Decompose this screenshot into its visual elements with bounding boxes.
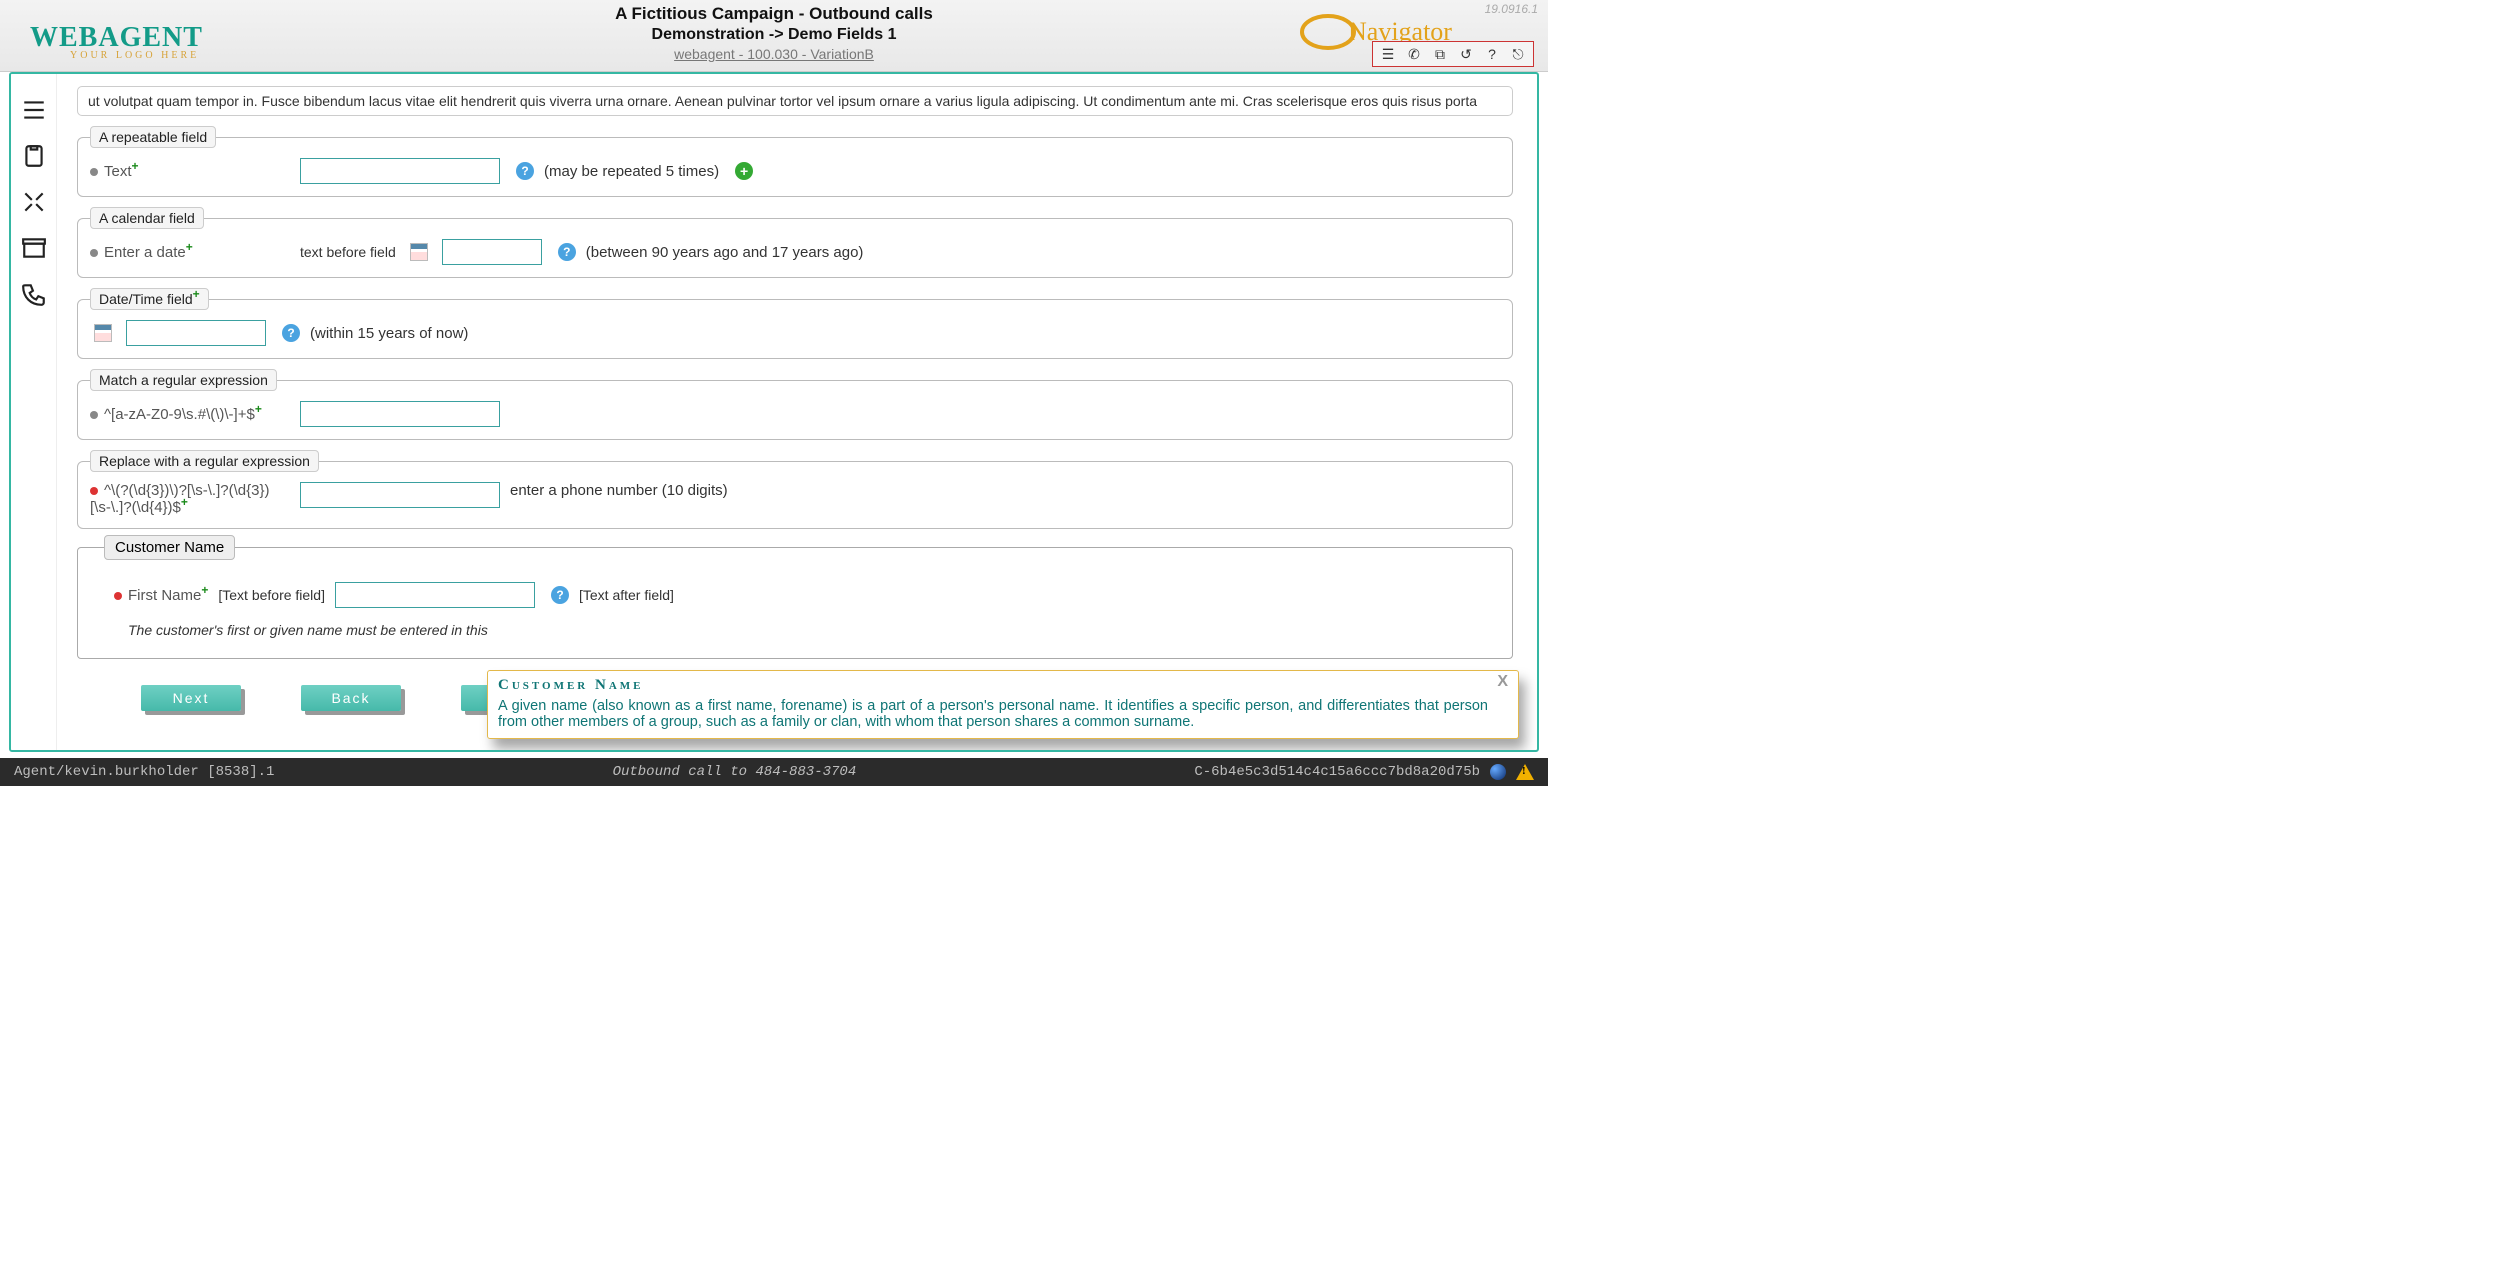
- content-area: ut volutpat quam tempor in. Fusce bibend…: [57, 74, 1537, 750]
- first-name-label: First Name: [128, 587, 201, 604]
- version-label: 19.0916.1: [1485, 2, 1538, 16]
- topbar-icon-group: ☰ ✆ ⧉ ↺ ? ⎋: [1372, 41, 1534, 67]
- datetime-fieldset: Date/Time field+ ? (within 15 years of n…: [77, 288, 1513, 359]
- repeatable-hint: (may be repeated 5 times): [544, 163, 719, 180]
- help-icon[interactable]: ?: [551, 586, 569, 604]
- regex-replace-label-2: [\s-\.]?(\d{4})$: [90, 499, 181, 516]
- status-bar: Agent/kevin.burkholder [8538].1 Outbound…: [0, 758, 1548, 786]
- regex-replace-legend: Replace with a regular expression: [90, 450, 319, 472]
- session-id: C-6b4e5c3d514c4c15a6ccc7bd8a20d75b: [1194, 764, 1480, 780]
- back-button[interactable]: Back: [301, 685, 401, 711]
- agent-status: Agent/kevin.burkholder [8538].1: [14, 764, 274, 780]
- clipboard-icon[interactable]: [18, 140, 50, 172]
- archive-icon[interactable]: [18, 232, 50, 264]
- calendar-fieldset: A calendar field Enter a date+ text befo…: [77, 207, 1513, 278]
- menu-icon[interactable]: [18, 94, 50, 126]
- first-name-help: The customer's first or given name must …: [128, 622, 1486, 638]
- help-icon[interactable]: ?: [516, 162, 534, 180]
- calendar-legend: A calendar field: [90, 207, 204, 229]
- app-header: WEBAGENT YOUR LOGO HERE A Fictitious Cam…: [0, 0, 1548, 72]
- tooltip-popup: X Customer Name A given name (also known…: [487, 670, 1519, 739]
- tooltip-title: Customer Name: [498, 677, 1488, 694]
- exit-icon[interactable]: ⎋: [1509, 45, 1527, 63]
- text-after-label: [Text after field]: [579, 587, 674, 603]
- regex-match-legend: Match a regular expression: [90, 369, 277, 391]
- warning-icon[interactable]: [1516, 764, 1534, 780]
- datetime-hint: (within 15 years of now): [310, 325, 468, 342]
- first-name-input[interactable]: [335, 582, 535, 608]
- close-icon[interactable]: X: [1497, 673, 1508, 691]
- next-button[interactable]: Next: [141, 685, 241, 711]
- description-text: ut volutpat quam tempor in. Fusce bibend…: [77, 86, 1513, 116]
- calendar-icon[interactable]: [94, 324, 112, 342]
- help-icon[interactable]: ?: [1483, 45, 1501, 63]
- text-before-label: [Text before field]: [218, 587, 325, 603]
- help-icon[interactable]: ?: [282, 324, 300, 342]
- tools-icon[interactable]: [18, 186, 50, 218]
- customer-name-group: Customer Name First Name+ [Text before f…: [77, 547, 1513, 659]
- calendar-hint: (between 90 years ago and 17 years ago): [586, 244, 864, 261]
- repeatable-fieldset: A repeatable field Text + ? (may be repea…: [77, 126, 1513, 197]
- app-frame: ut volutpat quam tempor in. Fusce bibend…: [9, 72, 1539, 752]
- status-indicator-icon: [1490, 764, 1506, 780]
- regex-match-input[interactable]: [300, 401, 500, 427]
- add-repeat-icon[interactable]: +: [735, 162, 753, 180]
- dial-icon[interactable]: [18, 278, 50, 310]
- repeatable-input[interactable]: [300, 158, 500, 184]
- phone-icon[interactable]: ✆: [1405, 45, 1423, 63]
- datetime-legend: Date/Time field+: [90, 288, 209, 310]
- help-icon[interactable]: ?: [558, 243, 576, 261]
- regex-replace-input[interactable]: [300, 482, 500, 508]
- repeatable-label: Text: [104, 163, 132, 180]
- regex-match-label: ^[a-zA-Z0-9\s.#\(\)\-]+$: [104, 406, 255, 423]
- calendar-input[interactable]: [442, 239, 542, 265]
- history-icon[interactable]: ↺: [1457, 45, 1475, 63]
- datetime-input[interactable]: [126, 320, 266, 346]
- sidebar: [11, 74, 57, 750]
- regex-replace-hint: enter a phone number (10 digits): [510, 482, 728, 499]
- regex-match-fieldset: Match a regular expression ^[a-zA-Z0-9\s…: [77, 369, 1513, 440]
- calendar-pretext: text before field: [300, 244, 396, 260]
- tooltip-body: A given name (also known as a first name…: [498, 698, 1488, 730]
- repeatable-legend: A repeatable field: [90, 126, 216, 148]
- call-status: Outbound call to 484-883-3704: [613, 764, 857, 780]
- customer-legend: Customer Name: [104, 535, 235, 560]
- regex-replace-fieldset: Replace with a regular expression ^\(?(\…: [77, 450, 1513, 529]
- screen-icon[interactable]: ⧉: [1431, 45, 1449, 63]
- calendar-label: Enter a date: [104, 244, 186, 261]
- list-icon[interactable]: ☰: [1379, 45, 1397, 63]
- calendar-icon[interactable]: [410, 243, 428, 261]
